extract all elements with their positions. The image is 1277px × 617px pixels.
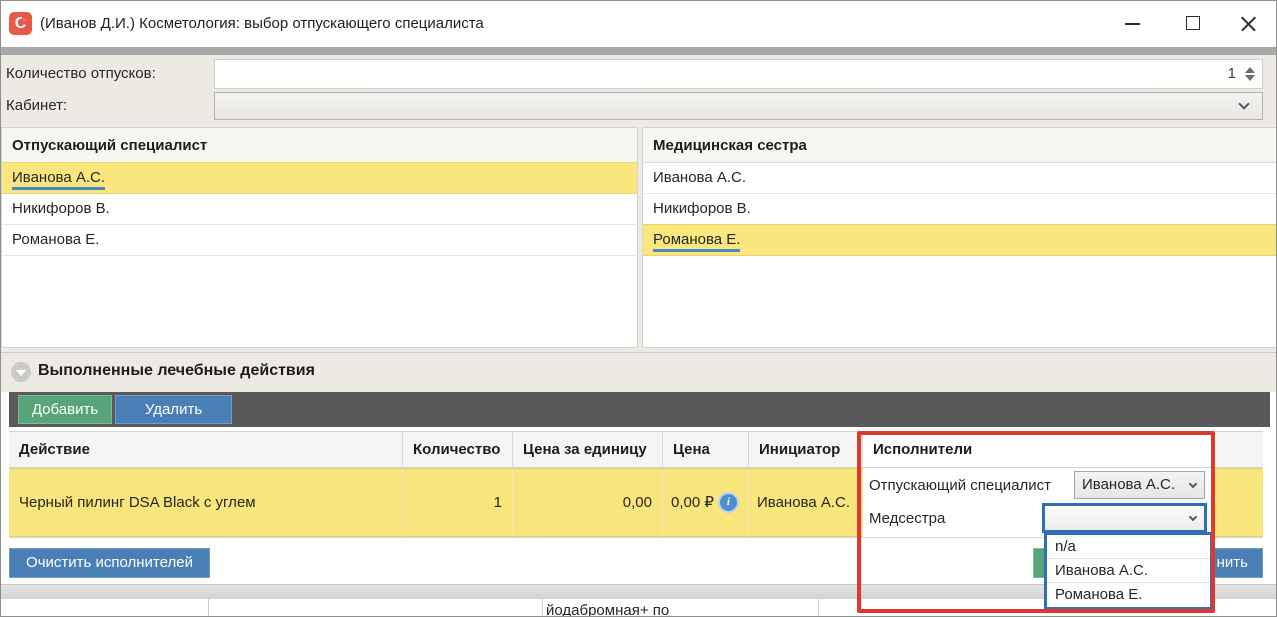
background-row-text: йодабромная+ по	[546, 600, 669, 617]
executor-specialist-label: Отпускающий специалист	[869, 471, 1051, 500]
section-title: Выполненные лечебные действия	[38, 362, 315, 380]
quantity-input[interactable]: 1	[214, 59, 1263, 89]
chevron-down-icon	[1189, 480, 1197, 488]
cell-price: 0,00 ₽	[671, 494, 714, 511]
column-header-unit-price[interactable]: Цена за единицу	[513, 432, 663, 467]
nurse-list-panel: Медицинская сестра Иванова А.С. Никифоро…	[642, 127, 1277, 348]
app-logo-icon: C	[9, 12, 32, 35]
cell-unit-price: 0,00	[623, 469, 652, 537]
specialist-item[interactable]: Никифоров В.	[2, 194, 637, 225]
nurse-list-header: Медицинская сестра	[643, 128, 1277, 163]
specialist-list-panel: Отпускающий специалист Иванова А.С. Ники…	[1, 127, 638, 348]
app-window: C (Иванов Д.И.) Косметология: выбор отпу…	[0, 0, 1277, 617]
spinner-down-icon[interactable]	[1245, 75, 1255, 81]
nurse-item[interactable]: Иванова А.С.	[643, 163, 1277, 194]
maximize-icon	[1186, 16, 1200, 30]
executor-nurse-select[interactable]	[1042, 503, 1207, 533]
window-title: (Иванов Д.И.) Косметология: выбор отпуск…	[40, 1, 484, 47]
actions-toolbar: Добавить Удалить	[9, 392, 1270, 427]
cell-action: Черный пилинг DSA Black с углем	[19, 469, 256, 537]
specialist-list-header: Отпускающий специалист	[2, 128, 637, 163]
section-divider	[1, 352, 1276, 353]
specialist-item[interactable]: Иванова А.С.	[2, 162, 637, 194]
column-header-price[interactable]: Цена	[663, 432, 749, 467]
dropdown-option[interactable]: Иванова А.С.	[1047, 559, 1210, 583]
nurse-dropdown-popup: n/a Иванова А.С. Романова Е.	[1044, 532, 1213, 610]
add-button[interactable]: Добавить	[18, 395, 112, 424]
dropdown-option[interactable]: Романова Е.	[1047, 583, 1210, 607]
cell-quantity: 1	[494, 469, 502, 537]
column-header-action[interactable]: Действие	[9, 432, 403, 467]
nurse-item[interactable]: Романова Е.	[643, 224, 1277, 256]
table-row[interactable]: Черный пилинг DSA Black с углем 1 0,00 0…	[9, 468, 1263, 538]
spinner-up-icon[interactable]	[1245, 67, 1255, 73]
dropdown-option[interactable]: n/a	[1047, 535, 1210, 559]
cabinet-label: Кабинет:	[6, 91, 67, 121]
quantity-value: 1	[1228, 60, 1236, 88]
title-bar: C (Иванов Д.И.) Косметология: выбор отпу…	[1, 1, 1276, 47]
column-header-executors[interactable]: Исполнители	[863, 432, 1213, 467]
cell-empty	[1213, 468, 1263, 537]
collapse-section-icon[interactable]	[11, 362, 31, 382]
executor-specialist-select[interactable]: Иванова А.С.	[1074, 471, 1205, 499]
delete-button[interactable]: Удалить	[115, 395, 232, 424]
minimize-icon	[1125, 23, 1140, 25]
minimize-button[interactable]	[1109, 1, 1155, 47]
cell-initiator: Иванова А.С.	[757, 469, 850, 537]
specialist-item[interactable]: Романова Е.	[2, 225, 637, 256]
quantity-label: Количество отпусков:	[6, 59, 156, 89]
clear-executors-button[interactable]: Очистить исполнителей	[9, 548, 210, 578]
table-header: Действие Количество Цена за единицу Цена…	[9, 431, 1263, 468]
cell-executors: Отпускающий специалист Иванова А.С. Медс…	[863, 468, 1213, 537]
chevron-down-icon	[1238, 98, 1249, 109]
column-header-initiator[interactable]: Инициатор	[749, 432, 863, 467]
maximize-button[interactable]	[1169, 1, 1215, 47]
title-separator-strip	[1, 47, 1276, 55]
cabinet-select[interactable]	[214, 92, 1263, 120]
chevron-down-icon	[1189, 513, 1197, 521]
info-icon[interactable]	[720, 494, 737, 511]
column-header-empty	[1213, 432, 1263, 467]
nurse-item[interactable]: Никифоров В.	[643, 194, 1277, 225]
column-header-quantity[interactable]: Количество	[403, 432, 513, 467]
executor-nurse-label: Медсестра	[869, 504, 945, 533]
close-button[interactable]	[1225, 1, 1271, 47]
